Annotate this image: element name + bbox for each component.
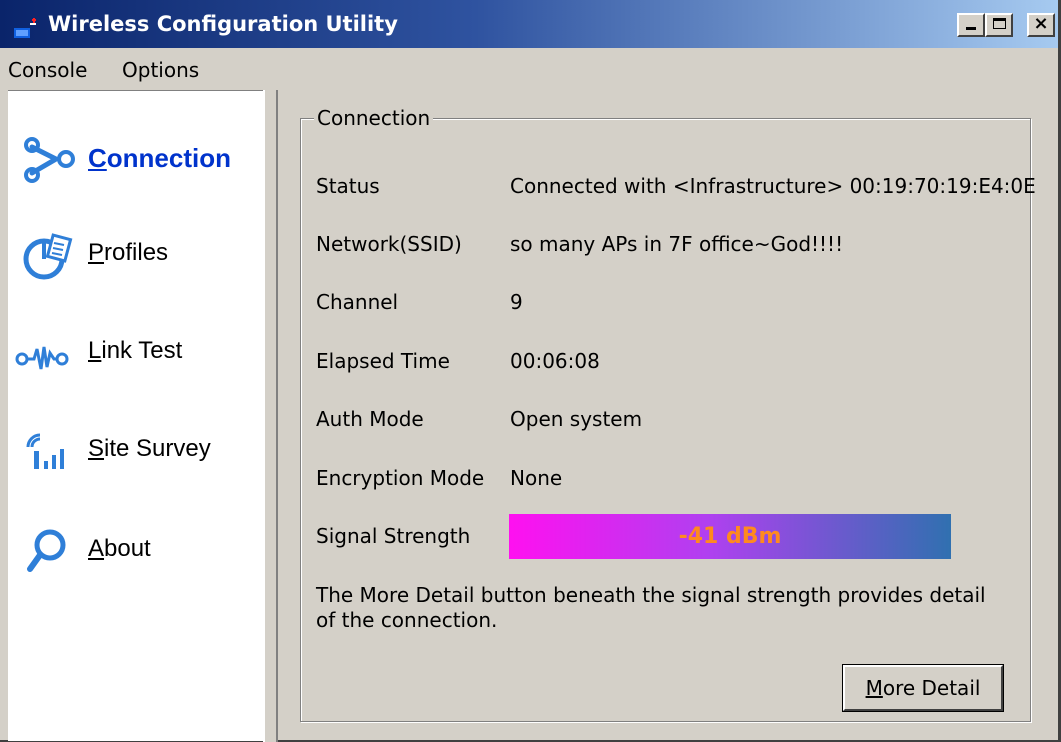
maximize-icon bbox=[992, 18, 1006, 29]
link-test-icon bbox=[15, 346, 69, 370]
elapsed-time-value: 00:06:08 bbox=[510, 349, 600, 373]
more-detail-button[interactable]: More Detail bbox=[842, 664, 1004, 712]
splitter[interactable] bbox=[263, 90, 277, 742]
wireless-app-icon bbox=[14, 18, 36, 38]
window-title: Wireless Configuration Utility bbox=[48, 12, 398, 36]
auth-mode-value: Open system bbox=[510, 407, 643, 431]
signal-strength-label: Signal Strength bbox=[316, 524, 471, 548]
encryption-mode-value: None bbox=[510, 466, 563, 490]
sidebar-item-label: About bbox=[88, 535, 151, 562]
auth-mode-label: Auth Mode bbox=[316, 407, 424, 431]
channel-value: 9 bbox=[510, 290, 523, 314]
ssid-label: Network(SSID) bbox=[316, 232, 462, 256]
profiles-icon bbox=[23, 233, 73, 280]
sidebar-item-site-survey[interactable]: Site Survey bbox=[8, 421, 263, 481]
close-button[interactable]: × bbox=[1027, 13, 1055, 37]
minimize-button[interactable] bbox=[957, 13, 985, 37]
status-label: Status bbox=[316, 174, 380, 198]
about-icon bbox=[27, 529, 66, 572]
signal-strength-value: -41 dBm bbox=[678, 524, 782, 549]
sidebar-item-label: Profiles bbox=[88, 239, 169, 266]
splitter-edge bbox=[276, 90, 278, 742]
menu-options[interactable]: Options bbox=[122, 58, 199, 82]
close-icon: × bbox=[1033, 13, 1049, 34]
status-value: Connected with <Infrastructure> 00:19:70… bbox=[510, 174, 1036, 198]
title-bar[interactable]: Wireless Configuration Utility × bbox=[0, 0, 1058, 48]
ssid-value: so many APs in 7F office~God!!!! bbox=[510, 232, 844, 256]
minimize-icon bbox=[966, 27, 976, 30]
sidebar-item-label: Connection bbox=[88, 143, 231, 173]
more-detail-note: The More Detail button beneath the signa… bbox=[316, 583, 986, 632]
sidebar-item-link-test[interactable]: Link Test bbox=[8, 323, 263, 383]
sidebar-item-about[interactable]: About bbox=[8, 521, 263, 581]
sidebar-item-label: Link Test bbox=[88, 337, 183, 364]
menu-bar: Console Options bbox=[0, 48, 1058, 90]
maximize-button[interactable] bbox=[985, 13, 1013, 37]
connection-group-title: Connection bbox=[314, 106, 434, 130]
sidebar-item-label: Site Survey bbox=[88, 435, 211, 462]
encryption-mode-label: Encryption Mode bbox=[316, 466, 485, 490]
sidebar: Connection Profiles Link Test Site Surve… bbox=[8, 90, 263, 741]
elapsed-time-label: Elapsed Time bbox=[316, 349, 450, 373]
channel-label: Channel bbox=[316, 290, 399, 314]
connection-icon bbox=[24, 137, 75, 183]
menu-console[interactable]: Console bbox=[8, 58, 87, 82]
sidebar-item-connection[interactable]: Connection bbox=[8, 129, 263, 189]
site-survey-icon bbox=[26, 433, 64, 469]
app-window: Wireless Configuration Utility × Console… bbox=[0, 0, 1061, 742]
signal-strength-bar: -41 dBm bbox=[509, 514, 951, 559]
sidebar-item-profiles[interactable]: Profiles bbox=[8, 225, 263, 285]
